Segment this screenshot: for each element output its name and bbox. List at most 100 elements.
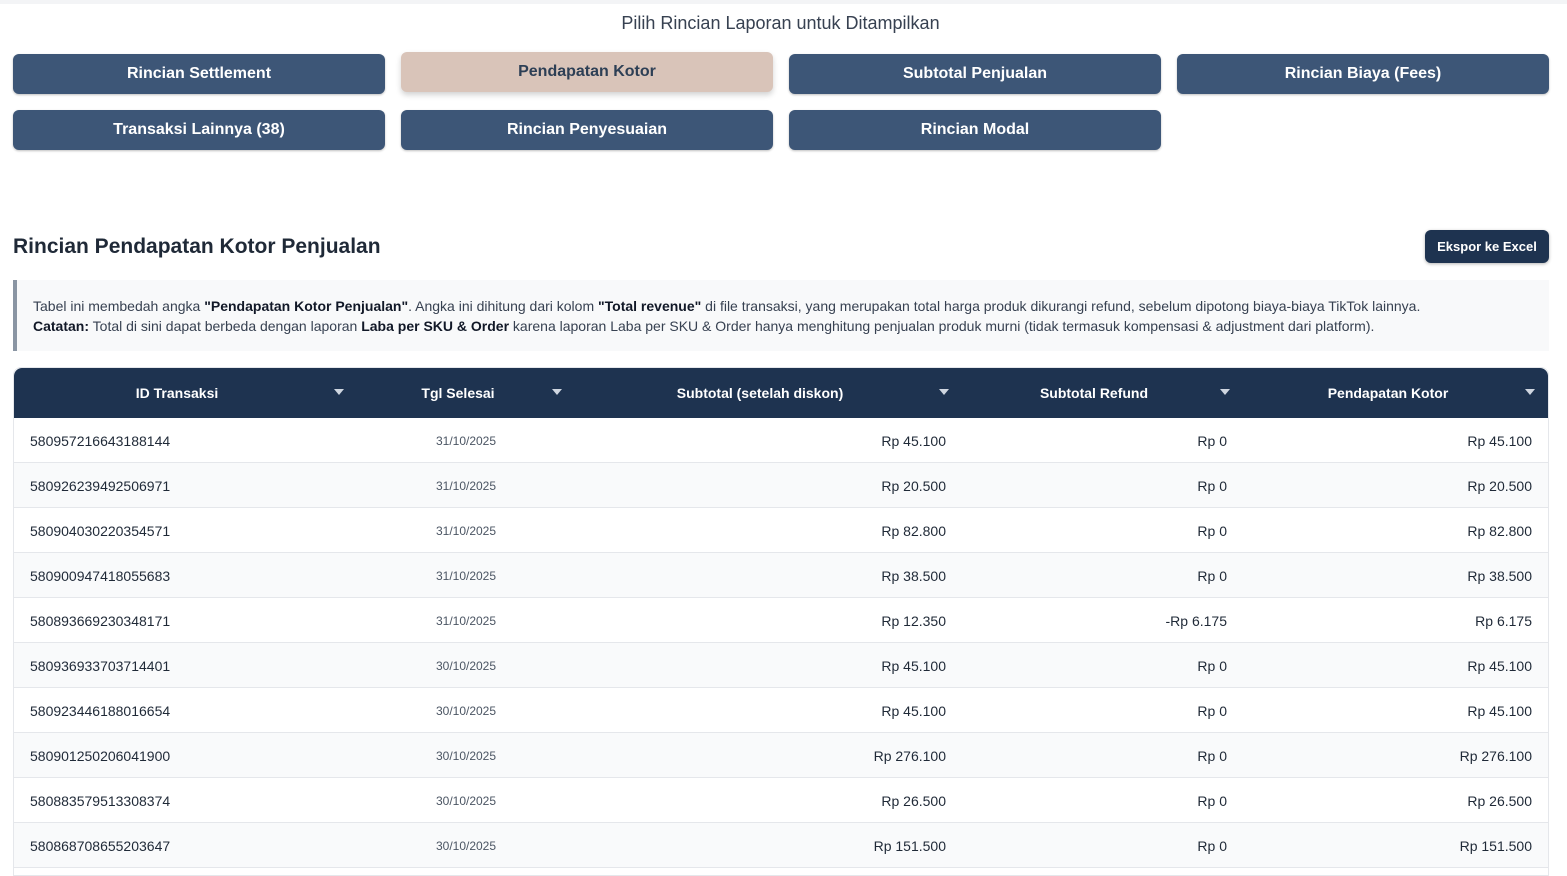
cell-subtotal: Rp 82.800 [881, 522, 946, 539]
cell-refund: Rp 0 [1197, 657, 1227, 674]
cell-gross: Rp 20.500 [1467, 477, 1532, 494]
table-row: 580936933703714401 30/10/2025 Rp 45.100 Rp … [14, 643, 1548, 688]
sort-caret-icon[interactable] [552, 389, 562, 395]
cell-gross: Rp 26.500 [1467, 792, 1532, 809]
table-header: ID Transaksi Tgl Selesai Subtotal (setel… [14, 368, 1548, 418]
table-row: 580957216643188144 31/10/2025 Rp 45.100 Rp … [14, 418, 1548, 463]
cell-refund: Rp 0 [1197, 477, 1227, 494]
note-line-1: Tabel ini membedah angka "Pendapatan Kot… [33, 296, 1533, 316]
cell-date: 31/10/2025 [435, 568, 497, 583]
cell-id: 580926239492506971 [30, 477, 171, 494]
cell-subtotal: Rp 45.100 [881, 432, 946, 449]
cell-id: 580904030220354571 [30, 522, 171, 539]
cell-subtotal: Rp 38.500 [881, 567, 946, 584]
col-header-label: Subtotal (setelah diskon) [676, 385, 844, 401]
cell-date: 31/10/2025 [435, 433, 497, 448]
selector-title: Pilih Rincian Laporan untuk Ditampilkan [621, 13, 940, 33]
table-row: 580904030220354571 31/10/2025 Rp 82.800 Rp … [14, 508, 1548, 553]
table-row: 580926239492506971 31/10/2025 Rp 20.500 Rp … [14, 463, 1548, 508]
table-row: 580883579513308374 30/10/2025 Rp 26.500 Rp … [14, 778, 1548, 823]
note-bold: "Total revenue" [598, 298, 702, 314]
cell-date: 31/10/2025 [435, 478, 497, 493]
top-strip [0, 0, 1567, 4]
col-header-subtotal[interactable]: Subtotal (setelah diskon) [614, 368, 906, 418]
note-text: . Angka ini dihitung dari kolom [408, 298, 598, 314]
table-row: 580901250206041900 30/10/2025 Rp 276.100 Rp… [14, 733, 1548, 778]
cell-subtotal: Rp 45.100 [881, 702, 946, 719]
cell-subtotal: Rp 20.500 [881, 477, 946, 494]
export-excel-button[interactable]: Ekspor ke Excel [1425, 230, 1549, 263]
cell-subtotal: Rp 12.350 [881, 612, 946, 629]
cell-gross: Rp 6.175 [1475, 612, 1532, 629]
note-text: di file transaksi, yang merupakan total … [701, 298, 1421, 314]
note-text: karena laporan Laba per SKU & Order hany… [509, 318, 1375, 334]
cell-gross: Rp 45.100 [1467, 432, 1532, 449]
cell-date: 30/10/2025 [435, 838, 497, 853]
cell-gross: Rp 38.500 [1467, 567, 1532, 584]
revenue-table: ID Transaksi Tgl Selesai Subtotal (setel… [13, 367, 1549, 876]
cell-date: 30/10/2025 [435, 748, 497, 763]
cell-id: 580893669230348171 [30, 612, 171, 629]
cell-gross: Rp 45.100 [1467, 657, 1532, 674]
col-header-id[interactable]: ID Transaksi [14, 368, 340, 418]
sort-caret-icon[interactable] [334, 389, 344, 395]
cell-date: 30/10/2025 [435, 658, 497, 673]
cell-id: 580900947418055683 [30, 567, 171, 584]
col-header-label: Tgl Selesai [421, 385, 495, 401]
info-note: Tabel ini membedah angka "Pendapatan Kot… [13, 280, 1549, 351]
btn-rincian-modal[interactable]: Rincian Modal [789, 110, 1161, 150]
cell-id: 580901250206041900 [30, 747, 171, 764]
cell-date: 30/10/2025 [435, 703, 497, 718]
btn-transaksi-lainnya[interactable]: Transaksi Lainnya (38) [13, 110, 385, 150]
cell-id: 580883579513308374 [30, 792, 171, 809]
table-row: 580893669230348171 31/10/2025 Rp 12.350 -Rp… [14, 598, 1548, 643]
cell-subtotal: Rp 26.500 [881, 792, 946, 809]
note-bold: "Pendapatan Kotor Penjualan" [204, 298, 409, 314]
cell-id: 580957216643188144 [30, 432, 171, 449]
cell-subtotal: Rp 276.100 [873, 747, 946, 764]
table-row: 580923446188016654 30/10/2025 Rp 45.100 Rp … [14, 688, 1548, 733]
cell-date: 31/10/2025 [435, 613, 497, 628]
report-selector: Rincian Settlement Pendapatan Kotor Subt… [13, 52, 1549, 150]
cell-refund: -Rp 6.175 [1165, 612, 1227, 629]
col-header-date[interactable]: Tgl Selesai [398, 368, 518, 418]
cell-refund: Rp 0 [1197, 522, 1227, 539]
cell-subtotal: Rp 151.500 [873, 837, 946, 854]
note-bold: Laba per SKU & Order [361, 318, 510, 334]
note-line-2: Catatan: Total di sini dapat berbeda den… [33, 316, 1533, 336]
sort-caret-icon[interactable] [1220, 389, 1230, 395]
cell-gross: Rp 45.100 [1467, 702, 1532, 719]
cell-gross: Rp 276.100 [1459, 747, 1532, 764]
cell-subtotal: Rp 45.100 [881, 657, 946, 674]
cell-refund: Rp 0 [1197, 792, 1227, 809]
cell-date: 30/10/2025 [435, 793, 497, 808]
cell-refund: Rp 0 [1197, 432, 1227, 449]
col-header-gross[interactable]: Pendapatan Kotor [1278, 368, 1498, 418]
cell-refund: Rp 0 [1197, 567, 1227, 584]
cell-gross: Rp 82.800 [1467, 522, 1532, 539]
btn-rincian-biaya[interactable]: Rincian Biaya (Fees) [1177, 54, 1549, 94]
table-row: 580900947418055683 31/10/2025 Rp 38.500 Rp … [14, 553, 1548, 598]
note-bold: Catatan: [33, 318, 90, 334]
table-row: 580868708655203647 30/10/2025 Rp 151.500 Rp… [14, 823, 1548, 868]
btn-subtotal-penjualan[interactable]: Subtotal Penjualan [789, 54, 1161, 94]
btn-pendapatan-kotor[interactable]: Pendapatan Kotor [401, 52, 773, 92]
cell-date: 31/10/2025 [435, 523, 497, 538]
cell-gross: Rp 151.500 [1459, 837, 1532, 854]
col-header-label: ID Transaksi [135, 385, 219, 401]
btn-rincian-settlement[interactable]: Rincian Settlement [13, 54, 385, 94]
section-title: Rincian Pendapatan Kotor Penjualan [13, 235, 381, 258]
btn-rincian-penyesuaian[interactable]: Rincian Penyesuaian [401, 110, 773, 150]
col-header-label: Pendapatan Kotor [1327, 385, 1449, 401]
cell-id: 580923446188016654 [30, 702, 171, 719]
cell-refund: Rp 0 [1197, 747, 1227, 764]
cell-refund: Rp 0 [1197, 702, 1227, 719]
col-header-refund[interactable]: Subtotal Refund [994, 368, 1194, 418]
sort-caret-icon[interactable] [939, 389, 949, 395]
col-header-label: Subtotal Refund [1039, 385, 1149, 401]
cell-refund: Rp 0 [1197, 837, 1227, 854]
note-text: Total di sini dapat berbeda dengan lapor… [89, 318, 362, 334]
sort-caret-icon[interactable] [1525, 389, 1535, 395]
cell-id: 580936933703714401 [30, 657, 171, 674]
cell-id: 580868708655203647 [30, 837, 171, 854]
